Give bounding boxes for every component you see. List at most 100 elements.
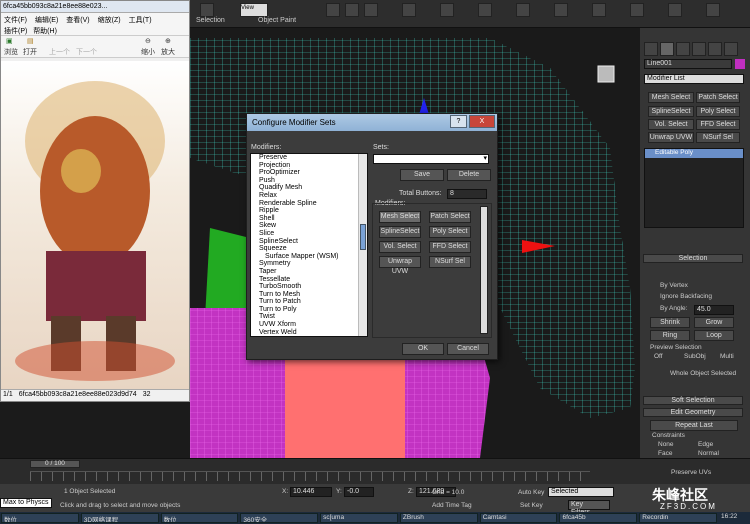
modifier-list-item[interactable]: Turn to Patch xyxy=(251,298,367,306)
modify-tab-icon[interactable] xyxy=(660,42,674,56)
object-color-swatch[interactable] xyxy=(735,59,745,69)
modifier-list-item[interactable]: Turn to Poly xyxy=(251,306,367,314)
taskbar-item[interactable]: 数位 xyxy=(1,513,79,523)
by-angle-spinner[interactable]: 45.0 xyxy=(694,305,734,315)
loop-button[interactable]: Loop xyxy=(694,330,734,341)
shrink-button[interactable]: Shrink xyxy=(650,317,690,328)
menu-plugins[interactable]: 插件(P) xyxy=(4,28,27,35)
quick-splineselect[interactable]: SplineSelect xyxy=(648,106,694,117)
buttons-scrollbar[interactable] xyxy=(480,206,488,334)
modifier-list-item[interactable]: Ripple xyxy=(251,207,367,215)
modifier-list-item[interactable]: Skew xyxy=(251,222,367,230)
align-icon[interactable] xyxy=(478,3,492,17)
ignore-backfacing-checkbox[interactable]: Ignore Backfacing xyxy=(660,293,712,300)
modifier-list-item[interactable]: Preserve xyxy=(251,154,367,162)
open-button[interactable]: 打开 xyxy=(23,47,37,57)
sets-dropdown[interactable]: ▾ xyxy=(373,154,489,164)
snap-icon[interactable] xyxy=(402,3,416,17)
object-name-field[interactable]: Line001 xyxy=(644,59,732,69)
modifier-list-item[interactable]: Tessellate xyxy=(251,276,367,284)
taskbar-item[interactable]: sc[uma xyxy=(320,513,398,523)
menu-edit[interactable]: 编辑(E) xyxy=(35,15,58,24)
modifier-list-item[interactable]: ProOptimizer xyxy=(251,169,367,177)
display-tab-icon[interactable] xyxy=(708,42,722,56)
selection-rollout[interactable]: Selection xyxy=(643,254,743,263)
modifier-list-item[interactable]: Vertex Weld xyxy=(251,329,367,336)
hierarchy-tab-icon[interactable] xyxy=(676,42,690,56)
taskbar-item[interactable]: 数位 xyxy=(160,513,239,523)
preview-off-radio[interactable]: Off xyxy=(654,353,663,360)
taskbar-item[interactable]: ZBrush xyxy=(399,513,478,523)
set-button-4[interactable]: Poly Select xyxy=(429,226,471,238)
render-setup-icon[interactable] xyxy=(630,3,644,17)
material-editor-icon[interactable] xyxy=(592,3,606,17)
modifier-list-item[interactable]: Relax xyxy=(251,192,367,200)
y-coordinate-field[interactable]: -0.0 xyxy=(344,487,374,497)
ribbon-tab-object-paint[interactable]: Object Paint xyxy=(258,17,296,24)
ring-button[interactable]: Ring xyxy=(650,330,690,341)
modifier-stack[interactable]: Editable Poly xyxy=(644,148,744,228)
preview-subobj-radio[interactable]: SubObj xyxy=(684,353,706,360)
close-button[interactable]: X xyxy=(469,115,495,128)
constraint-face-radio[interactable]: Face xyxy=(658,450,672,457)
auto-key-button[interactable]: Auto Key xyxy=(518,489,544,496)
motion-tab-icon[interactable] xyxy=(692,42,706,56)
image-viewer-window[interactable]: 6fca45bb093c8a21e8ee88e023... 文件(F) 编辑(E… xyxy=(0,0,190,402)
help-button[interactable]: ? xyxy=(450,115,467,128)
layers-icon[interactable] xyxy=(516,3,530,17)
scale-icon[interactable] xyxy=(364,3,378,17)
ok-button[interactable]: OK xyxy=(402,343,444,355)
modifier-list-dropdown[interactable]: Modifier List xyxy=(644,74,744,84)
modifier-list-item[interactable]: Quadify Mesh xyxy=(251,184,367,192)
set-button-6[interactable]: FFD Select xyxy=(429,241,471,253)
scroll-thumb[interactable] xyxy=(360,224,366,250)
repeat-last-button[interactable]: Repeat Last xyxy=(650,420,738,431)
taskbar-item[interactable]: 6fca45b xyxy=(559,513,638,523)
preview-multi-radio[interactable]: Multi xyxy=(720,353,734,360)
quick-ffd-select[interactable]: FFD Select xyxy=(696,119,740,130)
constraint-edge-radio[interactable]: Edge xyxy=(698,441,713,448)
render-icon[interactable] xyxy=(706,3,720,17)
modifier-list-item[interactable]: Symmetry xyxy=(251,260,367,268)
quick-unwrap-uvw[interactable]: Unwrap UVW xyxy=(648,132,694,143)
next-button[interactable]: 下一个 xyxy=(76,47,97,57)
modifier-list-item[interactable]: TurboSmooth xyxy=(251,283,367,291)
modifier-list-item[interactable]: Surface Mapper (WSM) xyxy=(251,253,367,261)
set-button-7[interactable]: Unwrap UVW xyxy=(379,256,421,275)
save-button[interactable]: Save xyxy=(400,169,444,181)
maxscript-listener[interactable]: Max to Physcs xyxy=(0,498,52,508)
taskbar-item[interactable]: Recordin xyxy=(639,513,718,523)
set-button-5[interactable]: Vol. Select xyxy=(379,241,421,253)
soft-selection-rollout[interactable]: Soft Selection xyxy=(643,396,743,405)
modifier-list-item[interactable]: Turn to Mesh xyxy=(251,291,367,299)
menu-help[interactable]: 帮助(H) xyxy=(33,28,57,35)
zoom-out-button[interactable]: 缩小 xyxy=(141,47,155,57)
modifier-list-item[interactable]: Taper xyxy=(251,268,367,276)
modifier-list-item[interactable]: Slice xyxy=(251,230,367,238)
stack-item-editable-poly[interactable]: Editable Poly xyxy=(645,149,743,158)
set-button-2[interactable]: Patch Select xyxy=(429,211,471,223)
menu-file[interactable]: 文件(F) xyxy=(4,15,27,24)
move-icon[interactable] xyxy=(326,3,340,17)
modifier-list-item[interactable]: Shell xyxy=(251,215,367,223)
taskbar-item[interactable]: 360安全 xyxy=(240,513,319,523)
edit-geometry-rollout[interactable]: Edit Geometry xyxy=(643,408,743,417)
total-buttons-spinner[interactable]: 8 xyxy=(447,189,487,199)
modifier-list-item[interactable]: Push xyxy=(251,177,367,185)
mirror-icon[interactable] xyxy=(440,3,454,17)
zoom-in-button[interactable]: 放大 xyxy=(161,47,175,57)
taskbar-item[interactable]: Camtasi xyxy=(479,513,558,523)
quick-mesh-select[interactable]: Mesh Select xyxy=(648,92,694,103)
quick-vol-select[interactable]: Vol. Select xyxy=(648,119,694,130)
menu-zoom[interactable]: 缩放(Z) xyxy=(98,15,121,24)
previous-button[interactable]: 上一个 xyxy=(49,47,70,57)
rotate-icon[interactable] xyxy=(345,3,359,17)
constraint-none-radio[interactable]: None xyxy=(658,441,674,448)
modifier-list-item[interactable]: UVW Xform xyxy=(251,321,367,329)
modifier-list-item[interactable]: SplineSelect xyxy=(251,238,367,246)
viewcube-icon[interactable] xyxy=(597,65,615,83)
modifier-list-item[interactable]: Renderable Spline xyxy=(251,200,367,208)
modifiers-scrollbar[interactable] xyxy=(358,154,367,336)
timeline[interactable]: 0 / 100 Preserve UVs xyxy=(0,458,750,484)
ribbon-tab-selection[interactable]: Selection xyxy=(196,17,225,24)
